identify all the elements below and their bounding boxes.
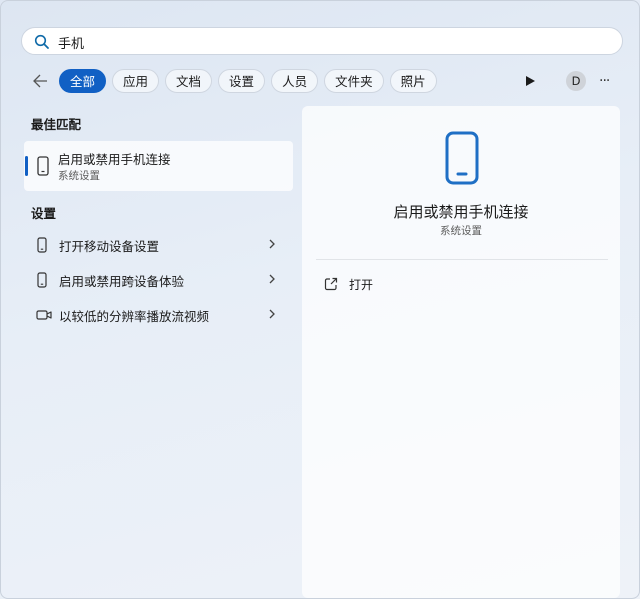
phone-icon [37, 272, 47, 288]
arrow-left-icon [33, 74, 47, 88]
filter-chip-settings[interactable]: 设置 [218, 69, 266, 93]
filter-chip-documents[interactable]: 文档 [165, 69, 213, 93]
search-window: 全部 应用 文档 设置 人员 文件夹 照片 D ··· 最佳匹配 启用或禁用手机… [0, 0, 640, 599]
filter-chip-all[interactable]: 全部 [59, 69, 107, 93]
filter-chip-people[interactable]: 人员 [271, 69, 319, 93]
search-icon [34, 34, 49, 49]
avatar[interactable]: D [566, 71, 586, 91]
back-button[interactable] [29, 70, 51, 92]
search-input[interactable] [56, 31, 600, 53]
filter-bar: 全部 应用 文档 设置 人员 文件夹 照片 [29, 67, 443, 95]
filter-chip-folders[interactable]: 文件夹 [324, 69, 384, 93]
open-external-icon [324, 277, 338, 291]
filter-chip-photos[interactable]: 照片 [389, 69, 437, 93]
filter-chip-apps[interactable]: 应用 [112, 69, 160, 93]
phone-icon [37, 156, 49, 176]
open-action-label: 打开 [349, 278, 374, 292]
divider [316, 259, 608, 260]
selection-indicator [25, 156, 28, 176]
chevron-right-icon [269, 274, 275, 284]
best-match-heading: 最佳匹配 [31, 117, 82, 132]
settings-item-mobile-devices[interactable]: 打开移动设备设置 [31, 233, 281, 257]
search-box[interactable] [21, 27, 623, 55]
best-match-title: 启用或禁用手机连接 [58, 152, 171, 167]
best-match-subtitle: 系统设置 [58, 170, 100, 182]
phone-icon [445, 131, 479, 185]
settings-item-video-playback[interactable]: 以较低的分辨率播放流视频 [31, 303, 281, 327]
phone-icon [37, 237, 47, 253]
more-options-button[interactable]: ··· [599, 71, 615, 91]
play-icon[interactable] [524, 74, 536, 88]
settings-heading: 设置 [31, 206, 57, 221]
best-match-item[interactable]: 启用或禁用手机连接 系统设置 [24, 141, 293, 191]
settings-item-label: 启用或禁用跨设备体验 [59, 274, 185, 289]
detail-subtitle: 系统设置 [440, 225, 482, 237]
detail-pane: 启用或禁用手机连接 系统设置 打开 [302, 106, 620, 598]
chevron-right-icon [269, 309, 275, 319]
settings-item-label: 打开移动设备设置 [59, 239, 160, 254]
chevron-right-icon [269, 239, 275, 249]
video-camera-icon [36, 310, 52, 320]
settings-item-label: 以较低的分辨率播放流视频 [59, 309, 210, 324]
detail-title: 启用或禁用手机连接 [393, 203, 529, 221]
settings-item-cross-device[interactable]: 启用或禁用跨设备体验 [31, 268, 281, 292]
